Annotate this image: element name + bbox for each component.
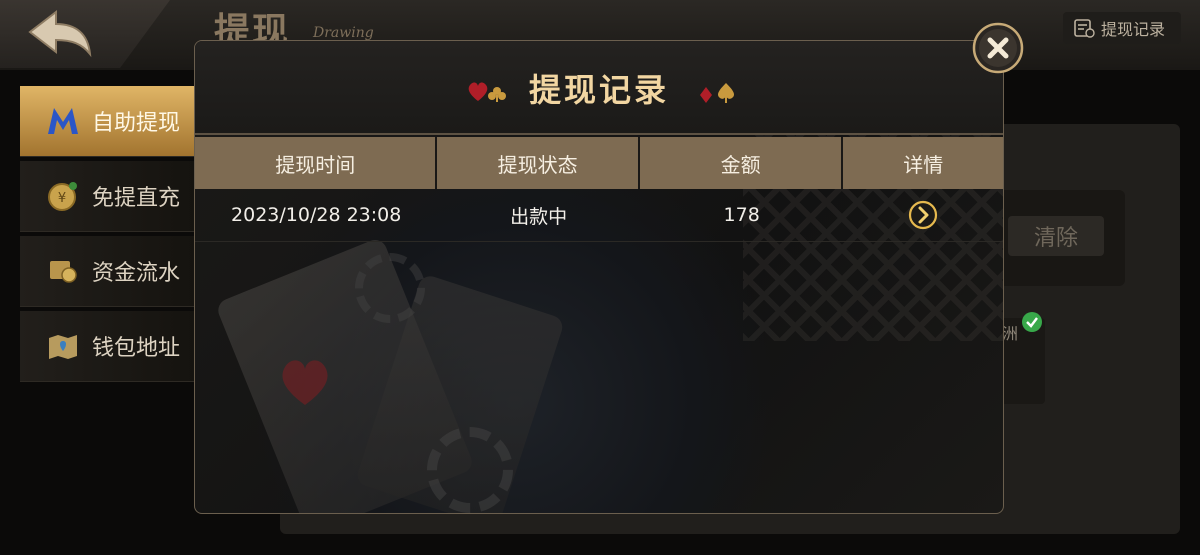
withdraw-status: 出款中 [510,205,568,228]
sidebar-item-self-withdraw[interactable]: 自助提现 [20,86,195,157]
column-header-time: 提现时间 [195,137,438,189]
detail-arrow-icon[interactable] [908,200,938,230]
check-icon [1022,312,1042,332]
svg-text:¥: ¥ [58,191,66,206]
diamond-spade-icon [700,83,734,103]
sidebar-item-label: 钱包地址 [92,336,181,361]
back-button[interactable] [26,8,96,58]
column-header-status: 提现状态 [437,137,640,189]
page-subtitle: Drawing [313,25,374,41]
withdraw-record-dialog: 提现记录 提现时间 提现状态 金额 详情 2023/10/28 23:08 出款… [194,40,1004,514]
withdraw-time: 2023/10/28 23:08 [231,204,402,226]
map-icon [46,329,80,363]
sidebar-item-wallet-address[interactable]: 钱包地址 [20,311,195,382]
sidebar-item-label: 资金流水 [92,261,181,286]
withdraw-history-button[interactable]: 提现记录 [1063,12,1181,44]
poker-chip-decoration [427,427,513,513]
withdraw-amount: 178 [723,204,760,226]
channel-card-label: 洲 [1002,324,1019,343]
clear-button[interactable]: 清除 [1008,216,1104,256]
table-header: 提现时间 提现状态 金额 详情 [195,137,1003,189]
sidebar-item-fund-flow[interactable]: 资金流水 [20,236,195,307]
sidebar-item-label: 自助提现 [92,111,181,136]
sidebar-item-direct-recharge[interactable]: ¥ 免提直充 [20,161,195,232]
sidebar-item-label: 免提直充 [92,186,181,211]
detail-cell [843,189,1003,241]
m-logo-icon [46,104,80,138]
coin-icon: ¥ [46,179,80,213]
column-header-detail: 详情 [843,137,1003,189]
heart-decoration-icon [282,360,328,405]
table-row[interactable]: 2023/10/28 23:08 出款中 178 [195,189,1003,242]
close-icon [972,22,1024,74]
poker-chip-decoration [355,253,425,323]
sidebar: 自助提现 ¥ 免提直充 资金流水 钱包地址 [20,86,195,386]
dialog-title: 提现记录 [528,71,669,109]
record-list-icon [1074,19,1095,38]
column-header-amount: 金额 [639,137,844,189]
back-arrow-icon [28,9,92,58]
withdraw-history-label: 提现记录 [1101,20,1166,39]
dialog-header: 提现记录 [195,41,1003,135]
close-dialog-button[interactable] [972,22,1024,74]
money-flow-icon [46,254,80,288]
